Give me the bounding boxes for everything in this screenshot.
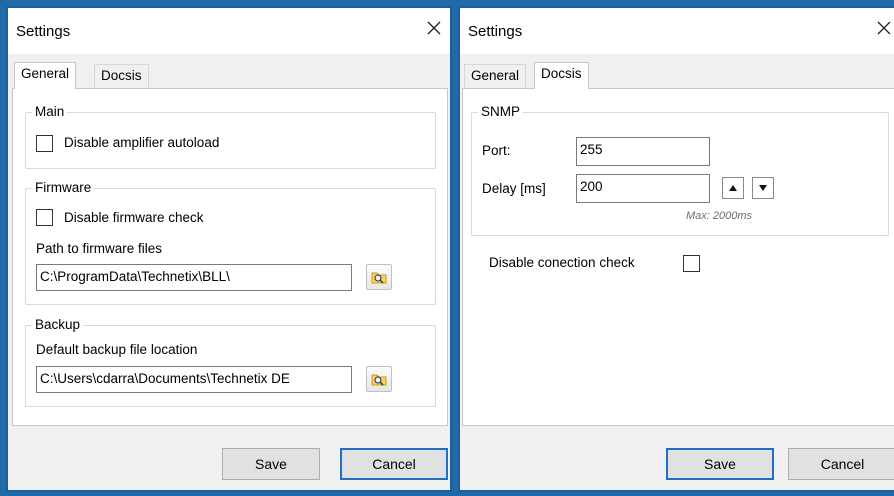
tab-general[interactable]: General <box>14 62 77 89</box>
folder-search-icon <box>371 272 387 284</box>
window-title: Settings <box>16 23 71 40</box>
backup-group-title: Backup <box>32 317 84 332</box>
main-group-title: Main <box>32 104 68 119</box>
port-label: Port: <box>482 143 511 158</box>
title-bar: Settings <box>460 8 894 54</box>
save-button[interactable]: Save <box>666 448 774 480</box>
general-tab-panel: Main Disable amplifier autoload Firmware… <box>12 88 448 426</box>
settings-dialog-general: Settings General Docsis Main Disable amp… <box>6 6 452 492</box>
disable-amplifier-autoload-checkbox[interactable] <box>36 135 53 152</box>
delay-max-hint: Max: 2000ms <box>686 210 753 222</box>
close-icon[interactable] <box>872 16 894 40</box>
arrow-down-icon <box>759 185 767 191</box>
snmp-group-title: SNMP <box>478 104 524 119</box>
disable-firmware-check-label[interactable]: Disable firmware check <box>64 210 204 225</box>
tab-general[interactable]: General <box>464 64 527 88</box>
cancel-button[interactable]: Cancel <box>340 448 448 480</box>
delay-input[interactable]: 200 <box>576 174 710 203</box>
backup-location-input[interactable]: C:\Users\cdarra\Documents\Technetix DE <box>36 366 352 393</box>
save-button[interactable]: Save <box>222 448 320 480</box>
arrow-up-icon <box>729 185 737 191</box>
tab-docsis[interactable]: Docsis <box>534 62 589 89</box>
tab-general-label: General <box>21 66 70 81</box>
firmware-group: Firmware Disable firmware check Path to … <box>25 180 436 305</box>
snmp-group: SNMP Port: 255 Delay [ms] 200 Max: 2000m… <box>471 104 889 236</box>
firmware-path-input[interactable]: C:\ProgramData\Technetix\BLL\ <box>36 264 352 291</box>
delay-increment-button[interactable] <box>722 177 744 199</box>
folder-search-icon <box>371 374 387 386</box>
firmware-path-label: Path to firmware files <box>36 241 163 256</box>
disable-amplifier-autoload-label[interactable]: Disable amplifier autoload <box>64 135 219 150</box>
window-title: Settings <box>468 23 523 40</box>
backup-location-label: Default backup file location <box>36 342 198 357</box>
backup-browse-button[interactable] <box>366 366 392 392</box>
tab-general-label: General <box>471 68 520 83</box>
tab-docsis[interactable]: Docsis <box>94 64 149 88</box>
disable-firmware-check-checkbox[interactable] <box>36 209 53 226</box>
settings-dialog-docsis: Settings General Docsis SNMP Port: 255 D… <box>458 6 894 492</box>
disable-connection-check-checkbox[interactable] <box>683 255 700 272</box>
delay-decrement-button[interactable] <box>752 177 774 199</box>
close-icon[interactable] <box>422 16 446 40</box>
title-bar: Settings <box>8 8 450 54</box>
firmware-group-title: Firmware <box>32 180 95 195</box>
firmware-browse-button[interactable] <box>366 264 392 290</box>
port-input[interactable]: 255 <box>576 137 710 166</box>
cancel-button[interactable]: Cancel <box>788 448 894 480</box>
tab-docsis-label: Docsis <box>541 66 582 81</box>
main-group: Main Disable amplifier autoload <box>25 104 436 169</box>
backup-group: Backup Default backup file location C:\U… <box>25 317 436 407</box>
docsis-tab-panel: SNMP Port: 255 Delay [ms] 200 Max: 2000m… <box>462 88 894 426</box>
tab-docsis-label: Docsis <box>101 68 142 83</box>
disable-connection-check-label[interactable]: Disable conection check <box>489 255 635 270</box>
delay-label: Delay [ms] <box>482 181 546 196</box>
